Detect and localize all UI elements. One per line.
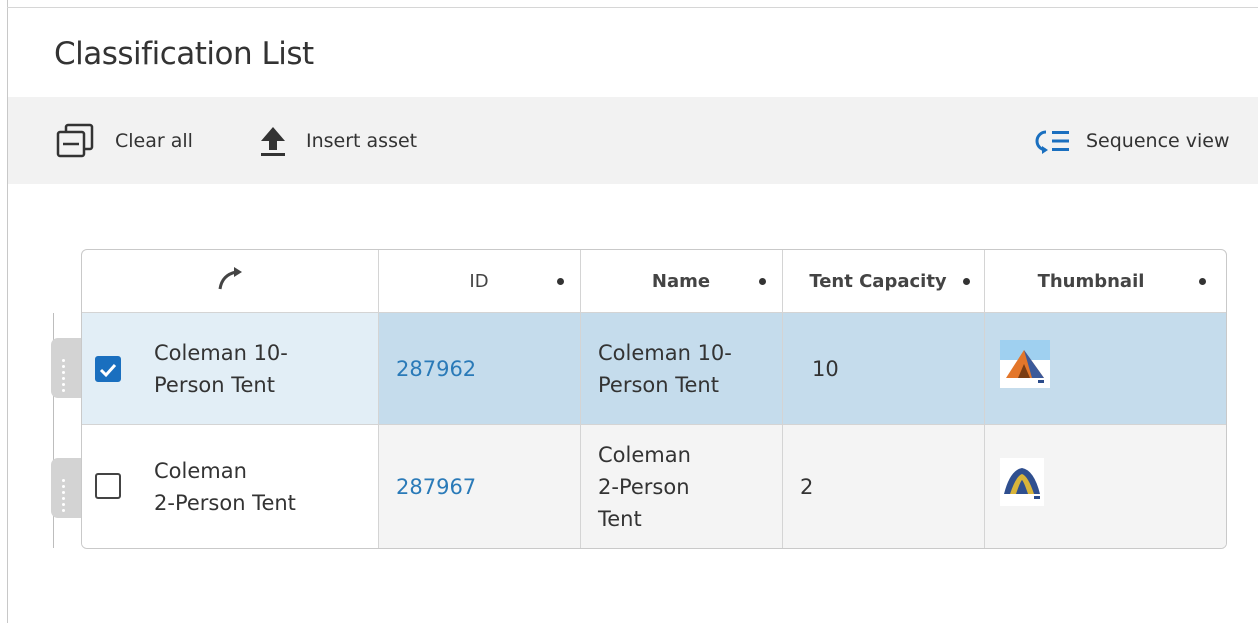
- row-label-line: 2-Person Tent: [154, 490, 296, 515]
- page-title: Classification List: [54, 36, 314, 72]
- id-cell: 287962: [378, 313, 580, 424]
- column-header-id[interactable]: ID: [378, 250, 580, 312]
- name-line: 2-Person: [598, 474, 690, 499]
- column-menu-dot[interactable]: [963, 278, 970, 285]
- name-line: Coleman: [598, 442, 691, 467]
- column-menu-dot[interactable]: [557, 278, 564, 285]
- insert-asset-button[interactable]: Insert asset: [258, 97, 417, 184]
- header-divider: [82, 312, 1226, 313]
- insert-asset-label: Insert asset: [306, 129, 418, 152]
- orange-tent-thumbnail[interactable]: [1000, 340, 1050, 397]
- window-top-border: [7, 7, 1258, 8]
- row-checkbox[interactable]: [95, 356, 121, 382]
- blue-tent-thumbnail[interactable]: [1000, 458, 1044, 515]
- row-label-cell: Coleman 10- Person Tent: [82, 313, 378, 424]
- sequence-view-icon: [1034, 126, 1072, 156]
- column-divider: [782, 250, 783, 548]
- column-divider: [580, 250, 581, 548]
- row-label-line: Coleman: [154, 458, 247, 483]
- row-label-cell: Coleman 2-Person Tent: [82, 425, 378, 548]
- tent-capacity-value: 2: [800, 474, 814, 499]
- sequence-view-button[interactable]: Sequence view: [1034, 97, 1230, 184]
- row-label-line: Person Tent: [154, 372, 275, 397]
- name-line: Person Tent: [598, 372, 719, 397]
- column-header-name[interactable]: Name: [580, 250, 782, 312]
- id-cell: 287967: [378, 425, 580, 548]
- tent-capacity-value: 10: [812, 356, 839, 381]
- asset-id-link[interactable]: 287967: [396, 471, 476, 503]
- clear-all-button[interactable]: Clear all: [55, 97, 193, 184]
- row-divider: [82, 424, 1226, 425]
- window-left-border: [7, 0, 8, 623]
- name-line: Tent: [598, 506, 642, 531]
- column-header-thumbnail[interactable]: Thumbnail: [984, 250, 1226, 312]
- thumbnail-cell: [984, 425, 1226, 548]
- upload-icon: [258, 124, 288, 158]
- check-icon: [99, 363, 117, 378]
- classification-table: ID Name Tent Capacity Thumbnail Coleman …: [81, 249, 1227, 549]
- row-drag-handle[interactable]: [51, 458, 81, 518]
- row-label-line: Coleman 10-: [154, 340, 288, 365]
- sequence-view-label: Sequence view: [1086, 129, 1230, 152]
- column-header-tent-capacity[interactable]: Tent Capacity: [782, 250, 984, 312]
- column-menu-dot[interactable]: [759, 278, 766, 285]
- column-header-reorder[interactable]: [82, 250, 378, 312]
- column-divider: [378, 250, 379, 548]
- name-cell: Coleman 10- Person Tent: [580, 313, 782, 424]
- column-menu-dot[interactable]: [1199, 278, 1206, 285]
- toolbar: Clear all Insert asset Sequence view: [8, 97, 1258, 184]
- asset-id-link[interactable]: 287962: [396, 353, 476, 385]
- row-drag-handle[interactable]: [51, 338, 81, 398]
- table-row[interactable]: Coleman 2-Person Tent 287967 Coleman 2-P…: [82, 425, 1226, 548]
- row-checkbox[interactable]: [95, 473, 121, 499]
- name-cell: Coleman 2-Person Tent: [580, 425, 782, 548]
- table-row[interactable]: Coleman 10- Person Tent 287962 Coleman 1…: [82, 313, 1226, 424]
- capacity-cell: 10: [782, 313, 984, 424]
- reorder-arrow-icon: [214, 265, 246, 298]
- capacity-cell: 2: [782, 425, 984, 548]
- column-divider: [984, 250, 985, 548]
- clear-all-icon: [55, 123, 97, 159]
- name-line: Coleman 10-: [598, 340, 732, 365]
- clear-all-label: Clear all: [115, 129, 193, 152]
- thumbnail-cell: [984, 313, 1226, 424]
